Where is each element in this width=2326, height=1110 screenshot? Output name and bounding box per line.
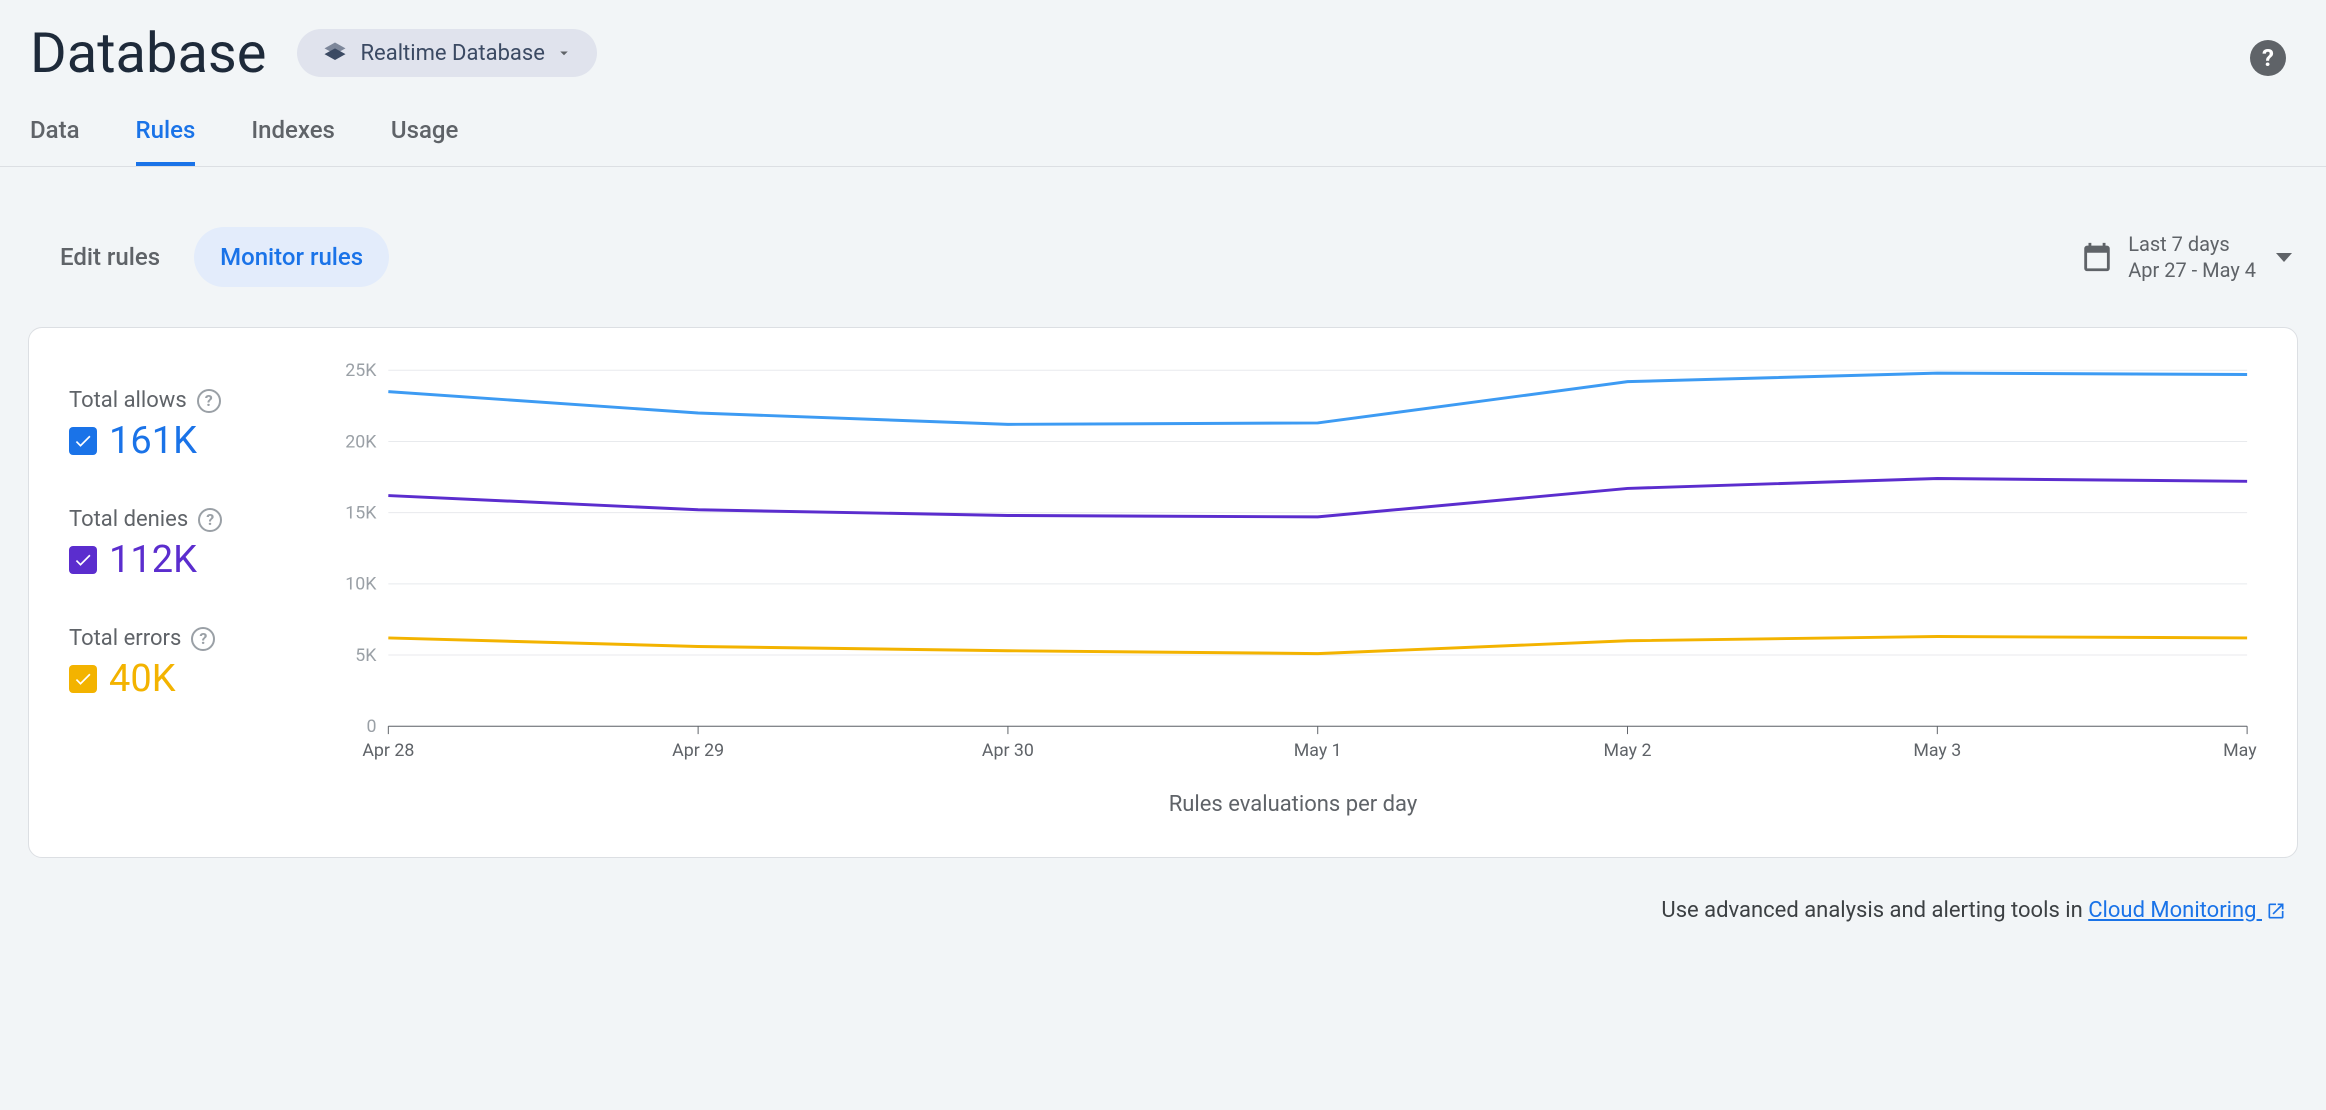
date-range-text: Last 7 days Apr 27 - May 4 — [2128, 231, 2256, 283]
tab-rules[interactable]: Rules — [136, 116, 196, 166]
check-icon — [73, 431, 93, 451]
database-selector-label: Realtime Database — [361, 41, 545, 66]
metric-total-allows: Total allows ? 161K — [69, 388, 289, 463]
help-icon: ? — [2262, 44, 2274, 72]
external-link-icon — [2266, 901, 2286, 921]
tab-data[interactable]: Data — [30, 116, 80, 166]
svg-text:5K: 5K — [355, 645, 377, 666]
chart-x-axis-label: Rules evaluations per day — [329, 792, 2257, 817]
metric-total-denies: Total denies ? 112K — [69, 507, 289, 582]
metric-total-errors: Total errors ? 40K — [69, 626, 289, 701]
tab-indexes[interactable]: Indexes — [251, 116, 335, 166]
monitor-rules-card: Total allows ? 161K Total denies ? 112K — [28, 327, 2298, 858]
svg-text:May 4: May 4 — [2223, 740, 2257, 761]
metric-errors-toggle[interactable] — [69, 665, 97, 693]
svg-text:May 2: May 2 — [1604, 740, 1652, 761]
page-header: Database Realtime Database ? — [0, 0, 2326, 86]
metric-label: Total allows — [69, 388, 187, 413]
footer-cloud-monitoring: Use advanced analysis and alerting tools… — [0, 878, 2326, 943]
help-icon[interactable]: ? — [198, 508, 222, 532]
subtab-monitor-rules[interactable]: Monitor rules — [194, 227, 389, 287]
date-range-picker[interactable]: Last 7 days Apr 27 - May 4 — [2080, 231, 2292, 283]
rules-subtabs: Edit rules Monitor rules — [34, 227, 389, 287]
database-selector-dropdown[interactable]: Realtime Database — [297, 29, 597, 77]
main-tabs: Data Rules Indexes Usage — [0, 86, 2326, 167]
help-icon[interactable]: ? — [191, 627, 215, 651]
svg-text:Apr 28: Apr 28 — [362, 740, 414, 761]
page-title: Database — [30, 20, 267, 86]
svg-text:25K: 25K — [345, 360, 377, 381]
svg-text:May 1: May 1 — [1294, 740, 1342, 761]
tab-usage[interactable]: Usage — [391, 116, 458, 166]
date-range-label: Last 7 days — [2128, 231, 2256, 257]
metric-value: 112K — [109, 538, 197, 582]
svg-text:Apr 30: Apr 30 — [982, 740, 1034, 761]
metric-value: 40K — [109, 657, 176, 701]
rules-subheader: Edit rules Monitor rules Last 7 days Apr… — [0, 167, 2326, 307]
chevron-down-icon — [555, 44, 573, 62]
help-icon[interactable]: ? — [197, 389, 221, 413]
calendar-icon — [2080, 240, 2114, 274]
check-icon — [73, 550, 93, 570]
metrics-legend: Total allows ? 161K Total denies ? 112K — [69, 358, 289, 817]
svg-text:May 3: May 3 — [1913, 740, 1961, 761]
metric-label: Total denies — [69, 507, 188, 532]
svg-text:20K: 20K — [345, 431, 377, 452]
metric-denies-toggle[interactable] — [69, 546, 97, 574]
help-button[interactable]: ? — [2250, 40, 2286, 76]
svg-text:Apr 29: Apr 29 — [672, 740, 724, 761]
cloud-monitoring-link[interactable]: Cloud Monitoring — [2088, 898, 2286, 923]
chevron-down-icon — [2276, 253, 2292, 262]
chart-container: 0 5K 10K 15K 20K 25K Apr 28 Apr 29 Apr 30 May 1 Ma… — [329, 358, 2257, 817]
svg-text:15K: 15K — [345, 503, 377, 524]
footer-text: Use advanced analysis and alerting tools… — [1661, 898, 2088, 923]
check-icon — [73, 669, 93, 689]
svg-text:0: 0 — [366, 716, 376, 737]
subtab-edit-rules[interactable]: Edit rules — [34, 227, 186, 287]
metric-allows-toggle[interactable] — [69, 427, 97, 455]
realtime-database-icon — [321, 39, 349, 67]
rules-evaluations-chart: 0 5K 10K 15K 20K 25K Apr 28 Apr 29 Apr 30 May 1 Ma… — [329, 358, 2257, 778]
date-range-dates: Apr 27 - May 4 — [2128, 257, 2256, 283]
metric-label: Total errors — [69, 626, 181, 651]
svg-text:10K: 10K — [345, 574, 377, 595]
metric-value: 161K — [109, 419, 197, 463]
